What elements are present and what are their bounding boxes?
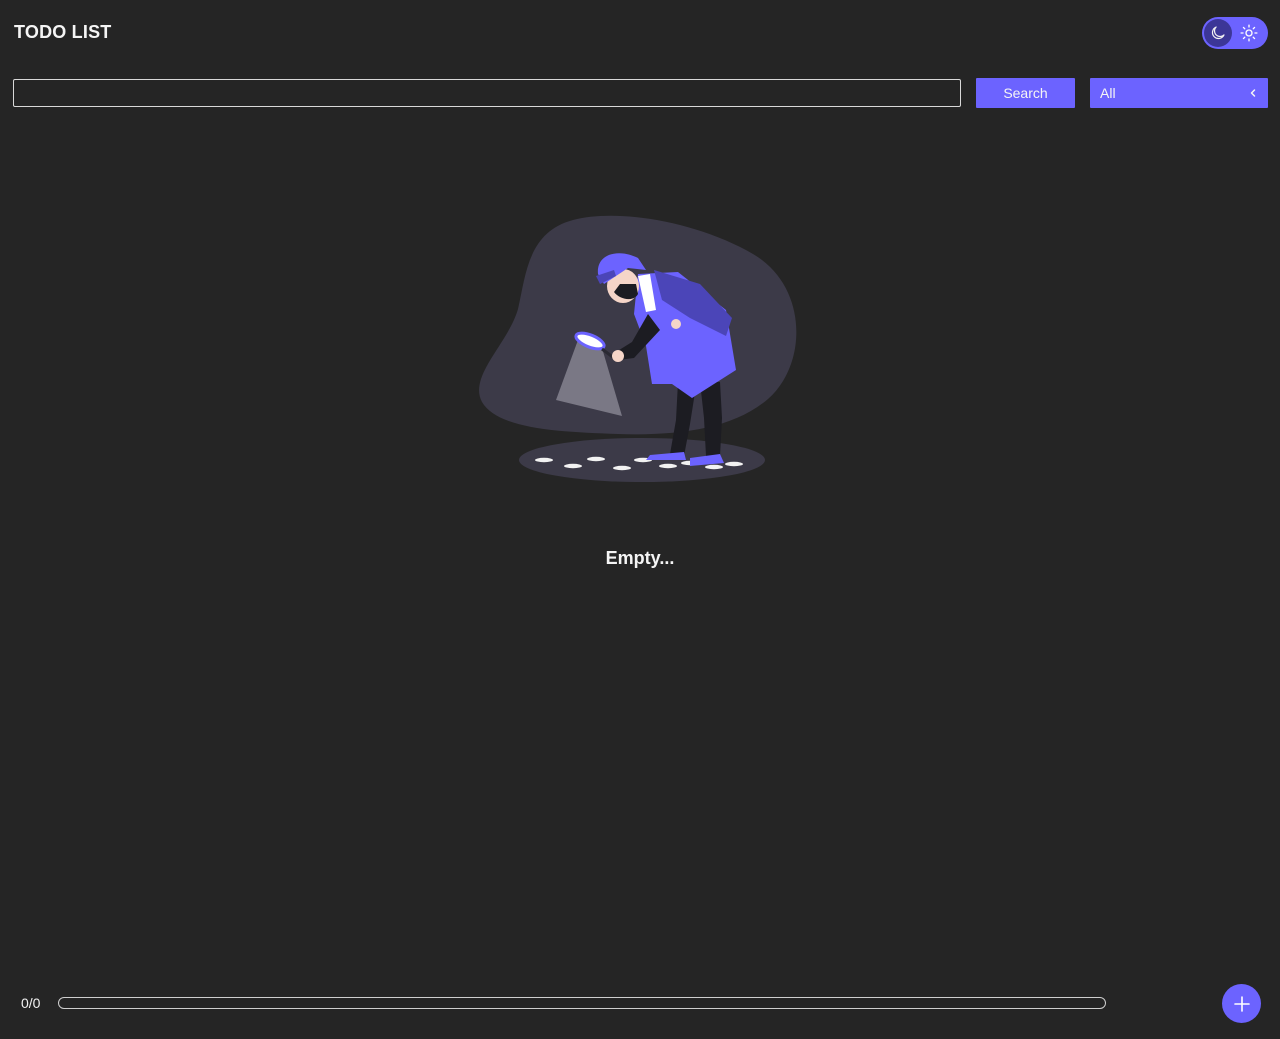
theme-toggle[interactable]: [1202, 17, 1268, 49]
chevron-left-icon: [1250, 89, 1256, 97]
filter-select[interactable]: All: [1090, 78, 1268, 108]
detective-illustration: [479, 215, 797, 482]
sun-icon: [1240, 24, 1258, 42]
search-input[interactable]: [13, 79, 961, 107]
filter-selected-value: All: [1100, 85, 1116, 101]
add-todo-button[interactable]: [1222, 984, 1261, 1023]
plus-icon: [1233, 995, 1250, 1012]
empty-state-text: Empty...: [605, 548, 675, 568]
moon-icon: [1211, 26, 1225, 40]
progress-bar: [58, 997, 1106, 1009]
page-title: TODO LIST: [14, 22, 112, 42]
progress-count: 0/0: [21, 995, 41, 1011]
theme-toggle-knob: [1204, 19, 1232, 47]
todo-app: TODO LIST Search All Empty... 0/0: [0, 0, 1280, 1039]
search-button[interactable]: Search: [976, 78, 1075, 108]
